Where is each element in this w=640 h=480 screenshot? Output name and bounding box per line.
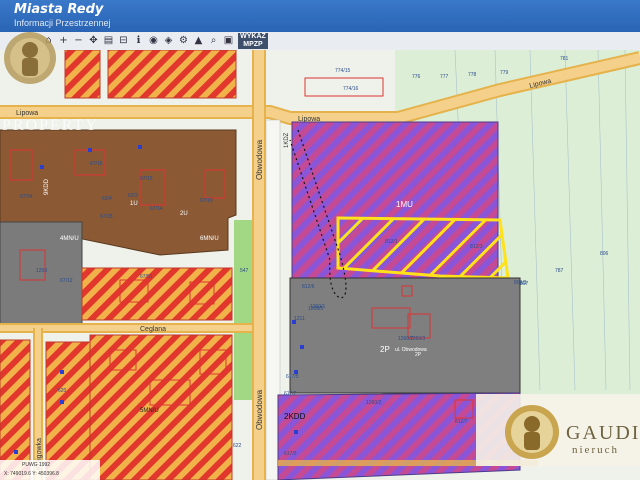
parcel-label: 67/14 bbox=[150, 206, 163, 212]
street-label-obwodowa: Obwodowa bbox=[255, 139, 264, 180]
zone-label-mn1: 5MN/U bbox=[140, 408, 159, 414]
zone-label-2kdd: 2KDD bbox=[284, 412, 306, 421]
app-subtitle: Informacji Przestrzennej bbox=[14, 18, 111, 28]
zone-label-kdz: 1KDZ bbox=[284, 132, 290, 148]
parcel-label: 67/15 bbox=[140, 176, 153, 182]
layers-icon[interactable]: ◈ bbox=[162, 34, 175, 47]
status-bar: PUWG 1992 X: 749019.6 Y: 450396.8 bbox=[0, 460, 100, 480]
search-icon[interactable]: ⌕ bbox=[207, 34, 220, 47]
zone-label-u1: 1U bbox=[130, 201, 138, 207]
zone-label-1mu: 1MU bbox=[396, 200, 413, 209]
mpzp-label: MPZP bbox=[243, 41, 263, 48]
parcel-label: 808/3 bbox=[514, 280, 527, 286]
parcel-label: 812/7 bbox=[455, 419, 468, 425]
street-label-lipowa-mid: Lipowa bbox=[298, 116, 320, 123]
wykaz-label: WYKAZ bbox=[240, 33, 266, 40]
parcel-label: 1260/3 bbox=[410, 336, 426, 342]
print-icon[interactable]: ▤ bbox=[102, 34, 115, 47]
info-icon[interactable]: ℹ bbox=[132, 34, 145, 47]
measure-icon[interactable]: ⊟ bbox=[117, 34, 130, 47]
parcel-label: 787 bbox=[555, 268, 564, 274]
parcel-label: 67/51 bbox=[140, 274, 153, 280]
parcel-label: 776 bbox=[412, 74, 421, 80]
wykaz-mpzp-button[interactable]: WYKAZ MPZP bbox=[238, 33, 268, 49]
zoom-out-icon[interactable]: − bbox=[72, 34, 85, 47]
zone-label-kdd: 9KDD bbox=[44, 178, 50, 195]
gaudi-sub: nieruch bbox=[572, 444, 619, 456]
zone-label-mn2: 4MN/U bbox=[60, 236, 79, 242]
parcel-label: 67/16 bbox=[90, 161, 103, 167]
app-header: Miasta Redy Informacji Przestrzennej bbox=[0, 0, 640, 32]
parcel-label: 622 bbox=[233, 443, 242, 449]
map-toolbar: ⌂+−✥▤⊟ℹ◉◈⚙▲⌕▣ WYKAZ MPZP bbox=[0, 32, 640, 51]
parcel-label: 1208/5 bbox=[308, 306, 324, 312]
parcel-label: 812/1 bbox=[385, 239, 398, 245]
parcel-label: 781 bbox=[560, 56, 569, 62]
parcel-label: 617/5 bbox=[286, 374, 299, 380]
street-label-ceglana: Ceglana bbox=[140, 326, 166, 333]
arrow-up-icon[interactable]: ▲ bbox=[192, 34, 205, 47]
parcel-label: 778 bbox=[468, 72, 477, 78]
address-label: ul. Obwodowa bbox=[395, 347, 427, 353]
pan-icon[interactable]: ✥ bbox=[87, 34, 100, 47]
gaudi-name: GAUDI bbox=[566, 422, 640, 444]
parcel-label: 67/12 bbox=[60, 278, 73, 284]
parcel-label: 1258 bbox=[36, 268, 47, 274]
parcel-label: 617/3 bbox=[284, 451, 297, 457]
street-label-lipowa: Lipowa bbox=[16, 110, 38, 117]
crs-label: PUWG 1992 bbox=[22, 462, 51, 468]
parcel-label: 812/6 bbox=[302, 284, 315, 290]
parcel-label: 777 bbox=[440, 74, 449, 80]
property-watermark: PROPERTY bbox=[2, 117, 99, 134]
zone-label-mn3: 6MN/U bbox=[200, 236, 219, 242]
parcel-label: 617/2 bbox=[284, 391, 297, 397]
parcel-label: 1211 bbox=[294, 316, 305, 322]
parcel-label: 774/16 bbox=[343, 86, 359, 92]
parcel-label: 547 bbox=[240, 268, 249, 274]
parcel-label: 779 bbox=[500, 70, 509, 76]
property-logo bbox=[4, 32, 56, 84]
parcel-label: 67/19 bbox=[200, 198, 213, 204]
gaudi-watermark: GAUDI nieruch bbox=[476, 394, 640, 466]
gaudi-logo-icon bbox=[505, 405, 559, 459]
zone-label-2p: 2P bbox=[380, 345, 390, 354]
save-icon[interactable]: ▣ bbox=[222, 34, 235, 47]
zone-label-u2: 2U bbox=[180, 211, 188, 217]
parcel-label: 812/3 bbox=[470, 244, 483, 250]
parcel-label: 62/3 bbox=[128, 193, 138, 199]
parcel-label: 774/15 bbox=[335, 68, 351, 74]
parcel-label: 1260/2 bbox=[366, 400, 382, 406]
identify-icon[interactable]: ◉ bbox=[147, 34, 160, 47]
parcel-label: 806 bbox=[600, 251, 609, 257]
settings-icon[interactable]: ⚙ bbox=[177, 34, 190, 47]
parcel-label: 62/4 bbox=[102, 196, 112, 202]
parcel-label: 67/34 bbox=[20, 194, 33, 200]
app-title: Miasta Redy bbox=[14, 2, 104, 17]
parcel-label: 67/25 bbox=[100, 214, 113, 220]
coords-readout: X: 749019.6 Y: 450396.8 bbox=[4, 471, 59, 477]
street-label-obwodowa-bottom: Obwodowa bbox=[255, 389, 264, 430]
building-label: 2P bbox=[415, 352, 422, 358]
parcel-label: 620 bbox=[58, 388, 67, 394]
